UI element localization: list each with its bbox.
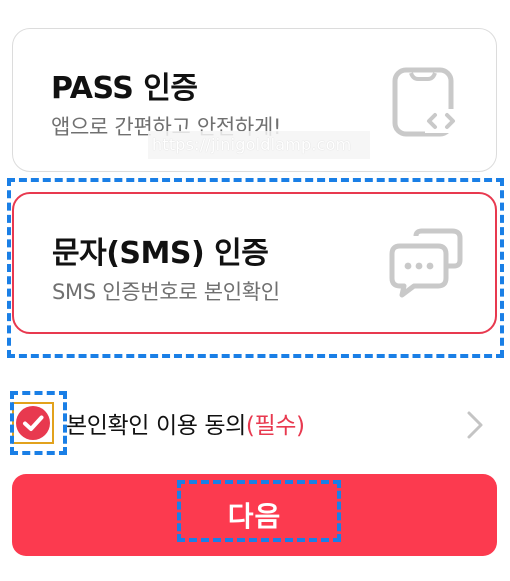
sms-auth-option[interactable]: 문자(SMS) 인증 SMS 인증번호로 본인확인	[12, 192, 497, 334]
agreement-text: 본인확인 이용 동의	[66, 413, 246, 439]
agreement-label[interactable]: 본인확인 이용 동의(필수)	[66, 406, 305, 440]
pass-auth-title: PASS 인증	[51, 71, 198, 106]
phone-code-icon	[392, 67, 457, 137]
sms-auth-title: 문자(SMS) 인증	[52, 236, 269, 271]
identity-verification-page: PASS 인증 앱으로 간편하고 안전하게! https://jinigoldl…	[0, 0, 510, 581]
watermark-text: https://jinigoldlamp.com	[148, 131, 370, 159]
sms-auth-subtitle: SMS 인증번호로 본인확인	[52, 280, 280, 304]
next-button-highlight	[177, 480, 341, 542]
required-tag: (필수)	[245, 413, 305, 439]
chevron-right-icon[interactable]	[464, 409, 486, 441]
chat-bubbles-icon	[389, 228, 463, 298]
checkbox-highlight	[10, 391, 67, 455]
